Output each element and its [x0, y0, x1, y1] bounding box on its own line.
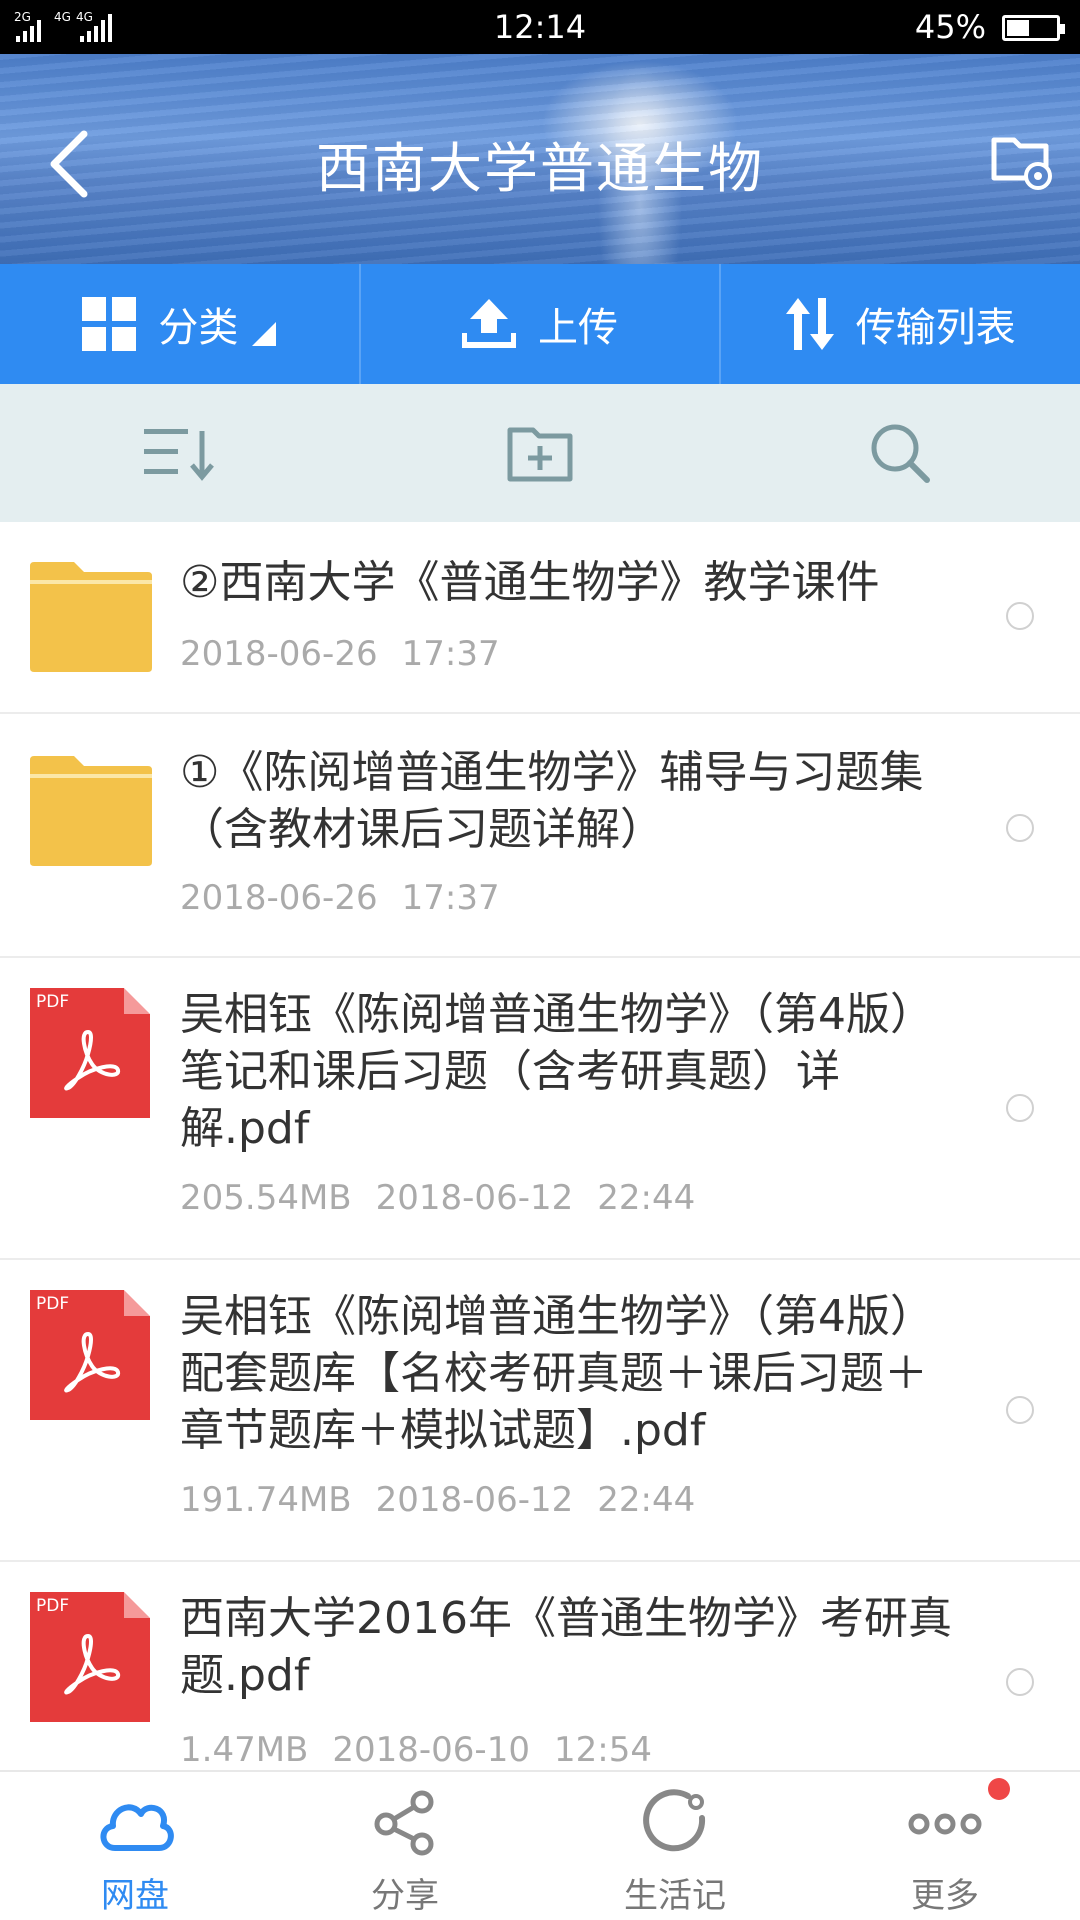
folder-settings-icon[interactable] — [988, 126, 1056, 194]
search-icon — [871, 424, 930, 483]
toolbar: 分类 上传 传输列表 — [0, 264, 1080, 384]
file-time: 12:54 — [553, 1730, 652, 1770]
sort-icon — [144, 429, 214, 481]
list-item[interactable]: ①《陈阅增普通生物学》辅导与习题集（含教材课后习题详解） 2018-06-26 1… — [0, 714, 1080, 958]
action-row — [0, 384, 1080, 522]
file-time: 22:44 — [597, 1480, 696, 1520]
battery-icon — [1002, 15, 1065, 41]
more-icon — [908, 1813, 982, 1835]
upload-icon — [462, 299, 516, 348]
file-time: 17:37 — [401, 878, 500, 918]
select-checkbox[interactable] — [1006, 1668, 1034, 1696]
file-meta: 191.74MB 2018-06-12 22:44 — [180, 1480, 695, 1520]
file-date: 2018-06-12 — [375, 1178, 574, 1218]
share-icon — [374, 1790, 434, 1856]
file-size: 191.74MB — [180, 1480, 352, 1520]
category-label: 分类 — [158, 305, 239, 351]
grid-icon — [82, 297, 137, 351]
file-date: 2018-06-10 — [332, 1730, 530, 1770]
search-button[interactable] — [720, 384, 1080, 522]
list-item[interactable]: ②西南大学《普通生物学》教学课件 2018-06-26 17:37 — [0, 522, 1080, 714]
pdf-file-icon: PDF — [30, 988, 150, 1118]
transfer-icon — [785, 298, 834, 350]
acrobat-icon — [64, 1331, 120, 1393]
select-checkbox[interactable] — [1006, 1094, 1034, 1122]
nav-label: 网盘 — [101, 1876, 169, 1916]
file-meta: 205.54MB 2018-06-12 22:44 — [180, 1178, 695, 1218]
bottom-nav: 网盘 分享 生活记 更多 — [0, 1770, 1080, 1920]
nav-more[interactable]: 更多 — [810, 1772, 1080, 1920]
file-date: 2018-06-26 — [180, 634, 378, 674]
file-meta: 2018-06-26 17:37 — [180, 878, 500, 918]
life-record-icon — [643, 1789, 706, 1852]
nav-share[interactable]: 分享 — [270, 1772, 540, 1920]
file-name: ①《陈阅增普通生物学》辅导与习题集（含教材课后习题详解） — [180, 747, 924, 855]
upload-button[interactable]: 上传 — [358, 264, 720, 384]
transfer-list-button[interactable]: 传输列表 — [719, 264, 1080, 384]
file-size: 1.47MB — [180, 1730, 309, 1770]
pdf-badge: PDF — [36, 992, 70, 1012]
folder-icon — [30, 756, 152, 866]
header-banner: 西南大学普通生物 — [0, 54, 1080, 264]
nav-label: 生活记 — [624, 1876, 726, 1916]
nav-label: 分享 — [371, 1876, 439, 1916]
file-name: ②西南大学《普通生物学》教学课件 — [180, 557, 880, 608]
new-folder-button[interactable] — [360, 384, 720, 522]
transfer-list-label: 传输列表 — [855, 305, 1016, 351]
sort-button[interactable] — [0, 384, 360, 522]
select-checkbox[interactable] — [1006, 814, 1034, 842]
acrobat-icon — [64, 1633, 120, 1695]
file-name: 西南大学2016年《普通生物学》考研真题.pdf — [180, 1593, 952, 1701]
cloud-icon — [100, 1804, 174, 1851]
file-meta: 2018-06-26 17:37 — [180, 634, 500, 674]
page-title: 西南大学普通生物 — [316, 137, 764, 200]
file-name: 吴相钰《陈阅增普通生物学》（第4版）配套题库【名校考研真题＋课后习题＋章节题库＋… — [180, 1291, 934, 1456]
folder-icon — [30, 562, 152, 672]
nav-cloud-drive[interactable]: 网盘 — [0, 1772, 270, 1920]
file-meta: 1.47MB 2018-06-10 12:54 — [180, 1730, 652, 1770]
select-checkbox[interactable] — [1006, 1396, 1034, 1424]
list-item[interactable]: PDF 西南大学2016年《普通生物学》考研真题.pdf 1.47MB 2018-… — [0, 1562, 1080, 1770]
file-time: 22:44 — [597, 1178, 696, 1218]
upload-label: 上传 — [538, 305, 618, 351]
list-item[interactable]: PDF 吴相钰《陈阅增普通生物学》（第4版）配套题库【名校考研真题＋课后习题＋章… — [0, 1260, 1080, 1562]
file-name: 吴相钰《陈阅增普通生物学》（第4版）笔记和课后习题（含考研真题）详解.pdf — [180, 989, 934, 1154]
category-button[interactable]: 分类 — [0, 264, 359, 384]
pdf-badge: PDF — [36, 1294, 70, 1314]
file-list: ②西南大学《普通生物学》教学课件 2018-06-26 17:37 ①《陈阅增普通… — [0, 522, 1080, 1770]
notification-badge — [988, 1778, 1010, 1800]
folder-add-icon — [507, 427, 573, 482]
select-checkbox[interactable] — [1006, 602, 1034, 630]
file-size: 205.54MB — [180, 1178, 352, 1218]
pdf-badge: PDF — [36, 1596, 70, 1616]
nav-label: 更多 — [911, 1876, 979, 1916]
file-date: 2018-06-26 — [180, 878, 378, 918]
acrobat-icon — [64, 1029, 120, 1091]
file-date: 2018-06-12 — [375, 1480, 574, 1520]
pdf-file-icon: PDF — [30, 1290, 150, 1420]
nav-life-record[interactable]: 生活记 — [540, 1772, 810, 1920]
status-bar: 2G 4G 4G 12:14 45% — [0, 0, 1080, 54]
dropdown-caret-icon — [252, 322, 277, 346]
file-time: 17:37 — [401, 634, 500, 674]
battery-percent: 45% — [914, 8, 986, 46]
pdf-file-icon: PDF — [30, 1592, 150, 1722]
list-item[interactable]: PDF 吴相钰《陈阅增普通生物学》（第4版）笔记和课后习题（含考研真题）详解.p… — [0, 958, 1080, 1260]
